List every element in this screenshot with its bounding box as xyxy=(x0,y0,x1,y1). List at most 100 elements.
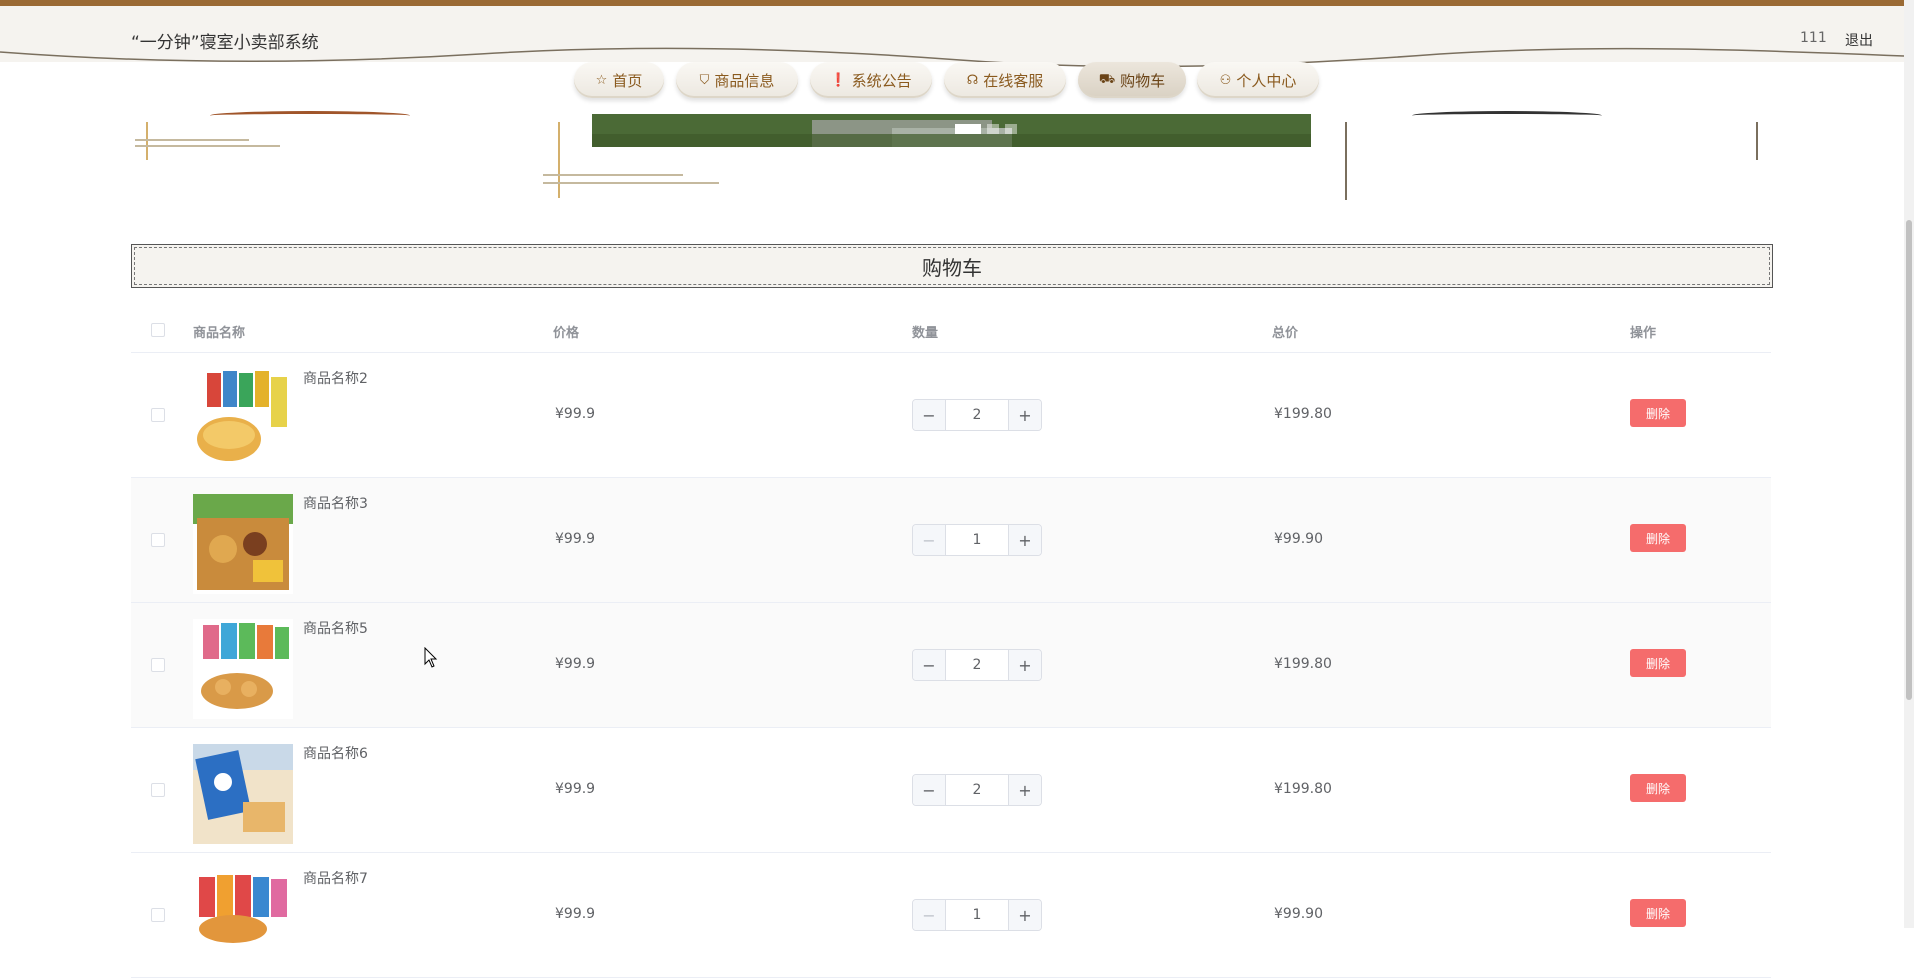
row-checkbox[interactable] xyxy=(151,533,165,547)
decrease-button[interactable]: − xyxy=(913,650,946,680)
row-total: ¥199.80 xyxy=(1274,781,1332,797)
increase-button[interactable]: + xyxy=(1008,900,1041,930)
nav-item-label: 购物车 xyxy=(1120,71,1166,90)
page-scrollbar[interactable] xyxy=(1904,0,1914,928)
quantity-input[interactable]: 2 xyxy=(946,650,1008,680)
nav-item-customer-service[interactable]: ☊ 在线客服 xyxy=(944,62,1066,98)
product-price: ¥99.9 xyxy=(555,781,596,797)
decor-line xyxy=(146,122,148,160)
row-total: ¥199.80 xyxy=(1274,406,1332,422)
product-image xyxy=(193,619,293,719)
banner-landscape xyxy=(592,114,1311,147)
star-icon: ☆ xyxy=(595,72,608,88)
quantity-input[interactable]: 2 xyxy=(946,775,1008,805)
decor-line xyxy=(1345,122,1347,200)
increase-button[interactable]: + xyxy=(1008,525,1041,555)
decor-line xyxy=(558,122,560,198)
nav-item-label: 个人中心 xyxy=(1236,71,1297,90)
table-row: 商品名称7 ¥99.9 − 1 + ¥99.90 删除 xyxy=(131,853,1771,978)
nav-item-label: 系统公告 xyxy=(851,71,912,90)
banner-carousel-image xyxy=(592,114,1311,147)
table-header: 商品名称 价格 数量 总价 操作 xyxy=(131,308,1771,353)
table-row: 商品名称3 ¥99.9 − 1 + ¥99.90 删除 xyxy=(131,478,1771,603)
decrease-button[interactable]: − xyxy=(913,400,946,430)
quantity-input[interactable]: 2 xyxy=(946,400,1008,430)
quantity-stepper: − 1 + xyxy=(912,524,1042,556)
banner-arc-right xyxy=(1412,111,1602,120)
increase-button[interactable]: + xyxy=(1008,650,1041,680)
increase-button[interactable]: + xyxy=(1008,775,1041,805)
quantity-stepper: − 1 + xyxy=(912,899,1042,931)
carousel-dot[interactable] xyxy=(1005,124,1017,134)
quantity-stepper: − 2 + xyxy=(912,399,1042,431)
product-price: ¥99.9 xyxy=(555,406,596,422)
product-name: 商品名称7 xyxy=(303,871,368,887)
product-name: 商品名称5 xyxy=(303,621,368,637)
nav-item-products[interactable]: ⛉ 商品信息 xyxy=(676,62,798,98)
row-checkbox[interactable] xyxy=(151,908,165,922)
row-total: ¥99.90 xyxy=(1274,531,1323,547)
nav-item-announcements[interactable]: ❗ 系统公告 xyxy=(810,62,932,98)
decrease-button[interactable]: − xyxy=(913,775,946,805)
header-action: 操作 xyxy=(1630,326,1657,341)
nav-item-home[interactable]: ☆ 首页 xyxy=(574,62,664,98)
site-header: “一分钟”寝室小卖部系统 111 退出 xyxy=(0,6,1904,68)
site-title: “一分钟”寝室小卖部系统 xyxy=(131,33,319,53)
warning-circle-icon: ❗ xyxy=(830,72,847,88)
delete-button[interactable]: 删除 xyxy=(1630,649,1686,677)
decrease-button[interactable]: − xyxy=(913,900,946,930)
cart-section-title: 购物车 xyxy=(131,244,1773,288)
table-row: 商品名称2 ¥99.9 − 2 + ¥199.80 删除 xyxy=(131,353,1771,478)
product-name: 商品名称3 xyxy=(303,496,368,512)
header-price: 价格 xyxy=(553,326,580,341)
carousel-indicators xyxy=(955,124,1017,134)
quantity-input[interactable]: 1 xyxy=(946,525,1008,555)
scrollbar-thumb[interactable] xyxy=(1906,220,1912,700)
username: 111 xyxy=(1800,30,1827,46)
row-total: ¥199.80 xyxy=(1274,656,1332,672)
nav-item-cart[interactable]: ⛟ 购物车 xyxy=(1078,62,1186,98)
user-icon: ⚇ xyxy=(1219,72,1232,88)
delete-button[interactable]: 删除 xyxy=(1630,399,1686,427)
nav-item-profile[interactable]: ⚇ 个人中心 xyxy=(1197,62,1319,98)
product-price: ¥99.9 xyxy=(555,531,596,547)
product-name: 商品名称2 xyxy=(303,371,368,387)
product-price: ¥99.9 xyxy=(555,656,596,672)
decor-line xyxy=(543,182,719,184)
delete-button[interactable]: 删除 xyxy=(1630,524,1686,552)
row-checkbox[interactable] xyxy=(151,783,165,797)
product-image xyxy=(193,744,293,844)
decor-line xyxy=(135,139,249,141)
carousel-dot[interactable] xyxy=(987,124,999,134)
select-all-checkbox[interactable] xyxy=(151,323,165,337)
product-price: ¥99.9 xyxy=(555,906,596,922)
header-quantity: 数量 xyxy=(912,326,939,341)
quantity-stepper: − 2 + xyxy=(912,774,1042,806)
decrease-button[interactable]: − xyxy=(913,525,946,555)
product-image xyxy=(193,869,293,969)
decor-line xyxy=(543,174,683,176)
quantity-input[interactable]: 1 xyxy=(946,900,1008,930)
delete-button[interactable]: 删除 xyxy=(1630,774,1686,802)
quantity-stepper: − 2 + xyxy=(912,649,1042,681)
row-total: ¥99.90 xyxy=(1274,906,1323,922)
nav-item-label: 商品信息 xyxy=(714,71,775,90)
delete-button[interactable]: 删除 xyxy=(1630,899,1686,927)
logout-link[interactable]: 退出 xyxy=(1845,30,1873,50)
increase-button[interactable]: + xyxy=(1008,400,1041,430)
nav-item-label: 首页 xyxy=(612,71,643,90)
product-image xyxy=(193,369,293,469)
nav-item-label: 在线客服 xyxy=(983,71,1044,90)
cart-table: 商品名称 价格 数量 总价 操作 商品名称2 ¥99.9 − 2 + ¥199.… xyxy=(131,308,1771,978)
table-row: 商品名称6 ¥99.9 − 2 + ¥199.80 删除 xyxy=(131,728,1771,853)
row-checkbox[interactable] xyxy=(151,408,165,422)
section-title-text: 购物车 xyxy=(134,247,1770,285)
carousel-dot-active[interactable] xyxy=(955,124,981,134)
banner-arc-left xyxy=(210,111,410,120)
header-total: 总价 xyxy=(1272,326,1299,341)
product-name: 商品名称6 xyxy=(303,746,368,762)
header-name: 商品名称 xyxy=(193,326,246,341)
decor-line xyxy=(135,145,280,147)
decor-line xyxy=(1756,122,1758,160)
row-checkbox[interactable] xyxy=(151,658,165,672)
